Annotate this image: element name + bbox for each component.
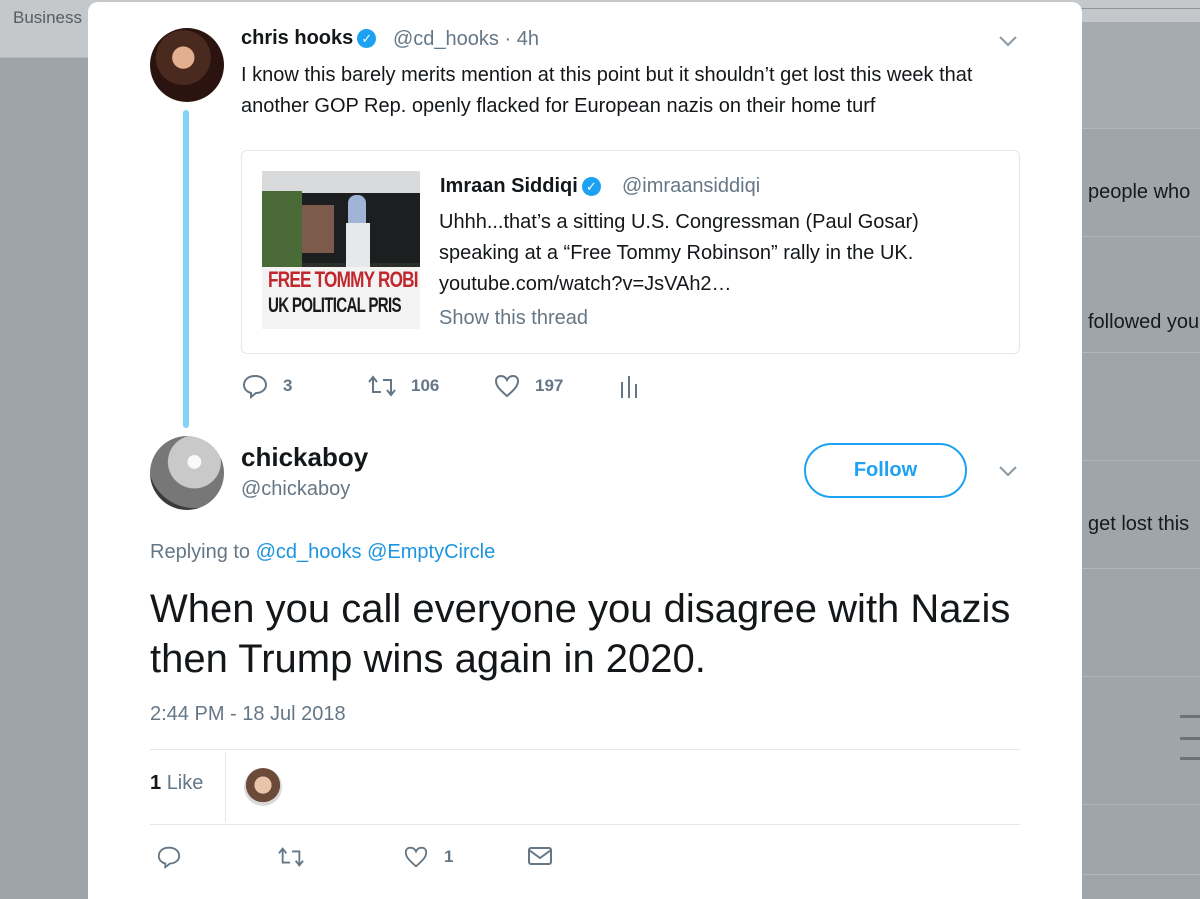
- background-snippet: people who: [1088, 181, 1191, 203]
- quoted-tweet-image: FREE TOMMY ROBI UK POLITICAL PRIS: [262, 171, 420, 329]
- heart-icon: [404, 846, 428, 868]
- retweet-icon: [278, 847, 304, 867]
- chevron-down-icon[interactable]: [998, 34, 1018, 48]
- quoted-link[interactable]: youtube.com/watch?v=JsVAh2…: [439, 269, 999, 300]
- envelope-icon: [528, 847, 552, 865]
- show-thread-link[interactable]: Show this thread: [439, 307, 588, 330]
- image-banner-line: FREE TOMMY ROBI: [268, 267, 419, 292]
- retweet-button[interactable]: 106: [367, 372, 439, 400]
- likes-stat-label: Like: [166, 772, 204, 794]
- analytics-icon: [621, 376, 637, 398]
- background-notification-card[interactable]: [1082, 804, 1200, 874]
- follow-button[interactable]: Follow: [804, 443, 967, 498]
- divider: [150, 749, 1020, 750]
- image-podium: [346, 223, 370, 267]
- retweet-count: 106: [411, 376, 440, 395]
- replying-to: Replying to @cd_hooks @EmptyCircle: [150, 541, 495, 564]
- retweet-button[interactable]: [276, 844, 320, 870]
- avatar[interactable]: [150, 28, 224, 102]
- chevron-down-icon[interactable]: [998, 464, 1018, 478]
- tweet-time[interactable]: 4h: [517, 28, 539, 50]
- quoted-tweet-text: Uhhh...that’s a sitting U.S. Congressman…: [439, 207, 999, 300]
- analytics-button[interactable]: [619, 372, 653, 400]
- avatar[interactable]: [150, 436, 224, 510]
- background-thumbnail-line: [1180, 715, 1200, 718]
- tweet-author-name[interactable]: chris hooks ✓: [241, 27, 377, 50]
- likes-stat[interactable]: 1 Like: [150, 772, 203, 795]
- background-snippet: get lost this: [1088, 513, 1190, 535]
- reply-timestamp[interactable]: 2:44 PM - 18 Jul 2018: [150, 703, 346, 726]
- tweet-author-handle[interactable]: @cd_hooks · 4h: [393, 28, 539, 51]
- mention-link[interactable]: @EmptyCircle: [367, 541, 495, 563]
- reply-author-name[interactable]: chickaboy: [241, 442, 368, 473]
- background-notification-card[interactable]: [1082, 352, 1200, 460]
- reply-button[interactable]: 3: [241, 372, 292, 400]
- background-notification-card[interactable]: [1082, 676, 1200, 804]
- verified-badge-icon: ✓: [357, 29, 377, 48]
- tweet-modal: chris hooks ✓ @cd_hooks · 4h I know this …: [88, 2, 1082, 899]
- reply-author-handle[interactable]: @chickaboy: [241, 478, 350, 501]
- quoted-text-line: speaking at a “Free Tommy Robinson” rall…: [439, 242, 914, 264]
- divider: [225, 752, 226, 822]
- author-name-text: chris hooks: [241, 27, 354, 49]
- background-notification-card[interactable]: people who: [1082, 128, 1200, 236]
- mention-link[interactable]: @cd_hooks: [256, 541, 362, 563]
- quoted-tweet[interactable]: FREE TOMMY ROBI UK POLITICAL PRIS Imraan…: [241, 150, 1020, 354]
- image-poster: [302, 205, 334, 253]
- like-button[interactable]: 1: [402, 844, 453, 870]
- background-notification-card[interactable]: followed you: [1082, 236, 1200, 352]
- like-button[interactable]: 197: [493, 372, 563, 400]
- background-thumbnail-line: [1180, 737, 1200, 740]
- image-banner-line: UK POLITICAL PRIS: [268, 294, 402, 317]
- background-notification-card[interactable]: [1082, 874, 1200, 899]
- quoted-author-name-text: Imraan Siddiqi: [440, 175, 578, 197]
- image-banner: FREE TOMMY ROBI UK POLITICAL PRIS: [262, 267, 420, 329]
- liker-avatar[interactable]: [244, 768, 282, 806]
- like-count: 197: [535, 376, 564, 395]
- reply-text: When you call everyone you disagree with…: [150, 587, 1011, 681]
- background-notification-card[interactable]: [1082, 568, 1200, 676]
- tweet-text: I know this barely merits mention at thi…: [241, 64, 973, 117]
- likes-stat-number: 1: [150, 772, 162, 794]
- like-count: 1: [444, 847, 454, 866]
- verified-badge-icon: ✓: [581, 177, 601, 196]
- reply-icon: [242, 374, 268, 400]
- background-divider: [1080, 8, 1200, 9]
- divider: [150, 824, 1020, 825]
- reply-icon: [157, 846, 181, 870]
- quoted-author-name: Imraan Siddiqi ✓: [440, 175, 601, 198]
- thread-line: [183, 110, 189, 428]
- replying-to-label: Replying to: [150, 541, 251, 563]
- quoted-text-line: Uhhh...that’s a sitting U.S. Congressman…: [439, 211, 919, 233]
- reply-button[interactable]: [156, 844, 196, 870]
- image-tree: [262, 191, 302, 271]
- reply-count: 3: [283, 376, 293, 395]
- background-snippet: followed you: [1088, 311, 1200, 333]
- background-thumbnail-line: [1180, 757, 1200, 760]
- retweet-icon: [368, 375, 396, 397]
- background-notification-card[interactable]: get lost this: [1082, 460, 1200, 568]
- handle-text: @cd_hooks: [393, 28, 499, 50]
- heart-icon: [494, 374, 520, 398]
- quoted-author-handle: @imraansiddiqi: [622, 175, 761, 197]
- direct-message-button[interactable]: [526, 844, 568, 868]
